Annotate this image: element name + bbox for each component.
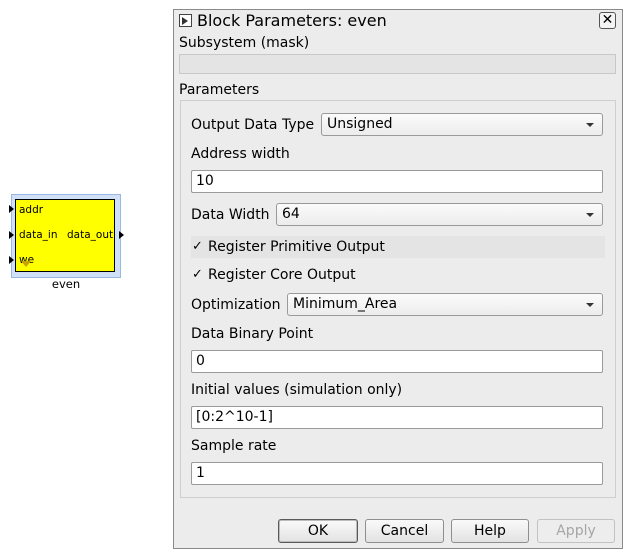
data-width-select[interactable]: 64 [276,203,603,226]
chevron-down-icon [586,303,594,307]
block-name-label[interactable]: even [40,277,92,291]
input-port-we-arrow[interactable] [9,256,14,264]
port-label-data-in: data_in [19,229,58,241]
input-port-addr-arrow[interactable] [9,205,14,213]
port-label-addr: addr [19,204,44,216]
data-width-label: Data Width [191,207,270,223]
single-port-ram-block[interactable]: addr data_in data_out we [15,199,115,272]
address-width-label: Address width [191,146,290,162]
data-binary-point-label: Data Binary Point [191,326,314,342]
initial-values-label: Initial values (simulation only) [191,382,403,398]
register-core-output-row[interactable]: ✓ Register Core Output [191,264,605,286]
close-icon[interactable]: ✕ [599,12,616,29]
subsystem-mask-label: Subsystem (mask) [179,35,310,51]
port-label-data-out: data_out [67,229,114,241]
register-primitive-output-checkbox[interactable]: ✓ [191,240,204,253]
xilinx-logo-icon [21,261,31,267]
parameters-group-label: Parameters [179,82,260,98]
apply-button[interactable]: Apply [537,519,615,543]
dialog-title: Block Parameters: even [197,11,387,30]
output-data-type-select[interactable]: Unsigned [321,113,603,136]
sample-rate-input[interactable]: 1 [191,462,603,485]
register-primitive-output-label: Register Primitive Output [208,239,385,255]
address-width-input[interactable]: 10 [191,170,603,193]
data-binary-point-input[interactable]: 0 [191,350,603,373]
input-port-data-in-arrow[interactable] [9,231,14,239]
output-data-type-label: Output Data Type [191,117,315,133]
data-width-value: 64 [282,206,300,222]
optimization-value: Minimum_Area [293,296,398,312]
simulink-block-icon [179,14,192,27]
help-button[interactable]: Help [451,519,529,543]
mask-description-box [179,54,616,74]
sample-rate-label: Sample rate [191,438,277,454]
register-core-output-label: Register Core Output [208,267,356,283]
dialog-titlebar[interactable]: Block Parameters: even ✕ [174,10,622,32]
chevron-down-icon [586,123,594,127]
optimization-select[interactable]: Minimum_Area [287,293,603,316]
chevron-down-icon [586,213,594,217]
register-core-output-checkbox[interactable]: ✓ [191,268,204,281]
block-parameters-dialog: Block Parameters: even ✕ Subsystem (mask… [173,9,623,549]
ok-button[interactable]: OK [278,519,358,543]
cancel-button[interactable]: Cancel [365,519,444,543]
output-data-type-value: Unsigned [327,116,393,132]
register-primitive-output-row[interactable]: ✓ Register Primitive Output [191,236,605,258]
optimization-label: Optimization [191,297,281,313]
initial-values-input[interactable]: [0:2^10-1] [191,406,603,429]
output-port-data-out-arrow[interactable] [119,231,124,239]
